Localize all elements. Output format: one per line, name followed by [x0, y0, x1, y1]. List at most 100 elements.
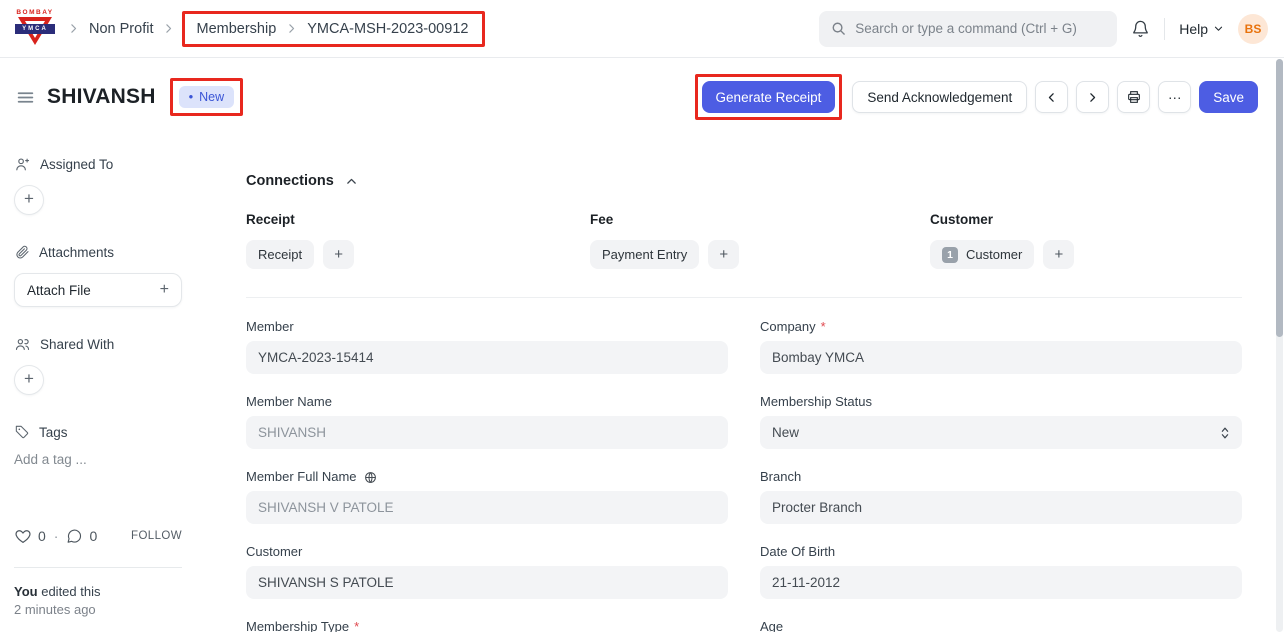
add-tag-input[interactable]: Add a tag ... — [14, 452, 212, 467]
next-record-button[interactable] — [1076, 81, 1109, 113]
field-input[interactable]: SHIVANSH S PATOLE — [246, 566, 728, 599]
form-main: Connections Receipt Receipt + Fee Paymen… — [230, 136, 1284, 632]
connection-doctype-link[interactable]: Receipt — [246, 240, 314, 269]
notifications-bell-button[interactable] — [1131, 19, 1150, 38]
menu-icon — [16, 88, 35, 107]
help-menu-button[interactable]: Help — [1179, 21, 1224, 37]
chevron-right-icon — [162, 22, 175, 35]
user-plus-icon — [14, 156, 31, 173]
like-button[interactable] — [14, 527, 32, 545]
previous-record-button[interactable] — [1035, 81, 1068, 113]
ellipsis-icon: ··· — [1168, 90, 1182, 105]
field-input[interactable]: New — [760, 416, 1242, 449]
connection-doctype-link[interactable]: 1 Customer — [930, 240, 1034, 269]
field-input[interactable]: 21-11-2012 — [760, 566, 1242, 599]
annotation-box-breadcrumb: Membership YMCA-MSH-2023-00912 — [182, 11, 485, 47]
field-value: YMCA-2023-15414 — [258, 350, 374, 365]
form-column-right: Company * Bombay YMCA Membership Status … — [760, 320, 1242, 632]
page-title: SHIVANSH — [47, 85, 156, 109]
breadcrumb-non-profit[interactable]: Non Profit — [89, 21, 153, 37]
form-sidebar: Assigned To + Attachments Attach File + … — [0, 136, 230, 632]
connections-section-title[interactable]: Connections — [246, 173, 1242, 189]
activity-actor: You — [14, 584, 38, 599]
field-label: Company * — [760, 320, 1242, 334]
plus-icon: + — [160, 282, 169, 298]
sidebar-toggle-button[interactable] — [14, 86, 37, 109]
field-label: Age — [760, 620, 1242, 632]
field-value: SHIVANSH S PATOLE — [258, 575, 394, 590]
activity-log: You edited this 2 minutes ago You create… — [14, 583, 212, 632]
connection-add-button[interactable]: + — [708, 240, 739, 269]
generate-receipt-button[interactable]: Generate Receipt — [702, 81, 836, 113]
status-badge: • New — [179, 86, 235, 108]
print-button[interactable] — [1117, 81, 1150, 113]
annotation-box-status-badge: • New — [170, 78, 244, 116]
add-assignment-button[interactable]: + — [14, 185, 44, 215]
field-input[interactable]: YMCA-2023-15414 — [246, 341, 728, 374]
connection-group-heading: Fee — [590, 212, 930, 227]
top-navbar: BOMBAY YMCA Non Profit Membership YMCA-M… — [0, 0, 1284, 58]
comments-count: 0 — [89, 528, 97, 544]
field-input[interactable]: Procter Branch — [760, 491, 1242, 524]
breadcrumb: Non Profit Membership YMCA-MSH-2023-0091… — [67, 11, 485, 47]
sidebar-divider — [14, 567, 182, 568]
user-avatar[interactable]: BS — [1238, 14, 1268, 44]
document-social-row: 0 · 0 FOLLOW — [14, 527, 182, 545]
attachments-section: Attachments — [14, 244, 212, 260]
more-options-button[interactable]: ··· — [1158, 81, 1191, 113]
activity-time: 2 minutes ago — [14, 601, 212, 619]
field-input[interactable]: Bombay YMCA — [760, 341, 1242, 374]
field-label: Customer — [246, 545, 728, 559]
save-button[interactable]: Save — [1199, 81, 1258, 113]
select-caret-icon — [1220, 426, 1230, 440]
field-input[interactable]: SHIVANSH V PATOLE — [246, 491, 728, 524]
form-field: Date Of Birth 21-11-2012 — [760, 545, 1242, 599]
comment-icon — [66, 528, 83, 545]
form-column-left: Member YMCA-2023-15414 Member Name SHIVA… — [246, 320, 728, 632]
field-value: Procter Branch — [772, 500, 862, 515]
scrollbar-thumb[interactable] — [1276, 59, 1283, 337]
field-value: 21-11-2012 — [772, 575, 840, 590]
form-field: Member Full Name SHIVANSH V PATOLE — [246, 470, 728, 524]
connection-group-heading: Customer — [930, 212, 1242, 227]
field-label: Date Of Birth — [760, 545, 1242, 559]
shared-with-section: Shared With — [14, 336, 212, 353]
connection-group: Fee Payment Entry + — [590, 212, 930, 269]
follow-button[interactable]: FOLLOW — [131, 530, 182, 542]
field-value: SHIVANSH — [258, 425, 326, 440]
bombay-ymca-logo[interactable]: BOMBAY YMCA — [12, 8, 58, 50]
connection-link-label: Payment Entry — [602, 247, 687, 262]
required-asterisk: * — [821, 320, 826, 334]
breadcrumb-membership[interactable]: Membership — [196, 21, 276, 37]
search-icon — [831, 21, 846, 36]
form-fields: Member YMCA-2023-15414 Member Name SHIVA… — [246, 298, 1242, 632]
connection-doctype-link[interactable]: Payment Entry — [590, 240, 699, 269]
breadcrumb-current-record[interactable]: YMCA-MSH-2023-00912 — [307, 21, 468, 37]
activity-entry: You edited this 2 minutes ago — [14, 583, 212, 619]
chevron-left-icon — [1045, 91, 1058, 104]
comments-button[interactable] — [66, 528, 83, 545]
chevron-down-icon — [1213, 23, 1224, 34]
field-input[interactable]: SHIVANSH — [246, 416, 728, 449]
chevron-up-icon — [345, 175, 358, 188]
share-add-button[interactable]: + — [14, 365, 44, 395]
attach-file-button[interactable]: Attach File + — [14, 273, 182, 307]
search-input[interactable] — [855, 21, 1105, 36]
form-field: Member Name SHIVANSH — [246, 395, 728, 449]
connection-add-button[interactable]: + — [323, 240, 354, 269]
connection-link-label: Customer — [966, 247, 1022, 262]
scrollbar — [1276, 59, 1283, 632]
logo-band-text: YMCA — [15, 24, 55, 34]
logo-top-text: BOMBAY — [12, 9, 58, 16]
required-asterisk: * — [354, 620, 359, 632]
form-field: Company * Bombay YMCA — [760, 320, 1242, 374]
page-header: SHIVANSH • New Generate Receipt Send Ack… — [0, 58, 1284, 136]
chevron-right-icon — [67, 22, 80, 35]
form-field: Age — [760, 620, 1242, 632]
form-field: Membership Type * Youth (Age Below 18) — [246, 620, 728, 632]
form-field: Member YMCA-2023-15414 — [246, 320, 728, 374]
send-acknowledgement-button[interactable]: Send Acknowledgement — [852, 81, 1027, 113]
global-search[interactable] — [819, 11, 1117, 47]
connection-group: Receipt Receipt + — [246, 212, 590, 269]
connection-add-button[interactable]: + — [1043, 240, 1074, 269]
